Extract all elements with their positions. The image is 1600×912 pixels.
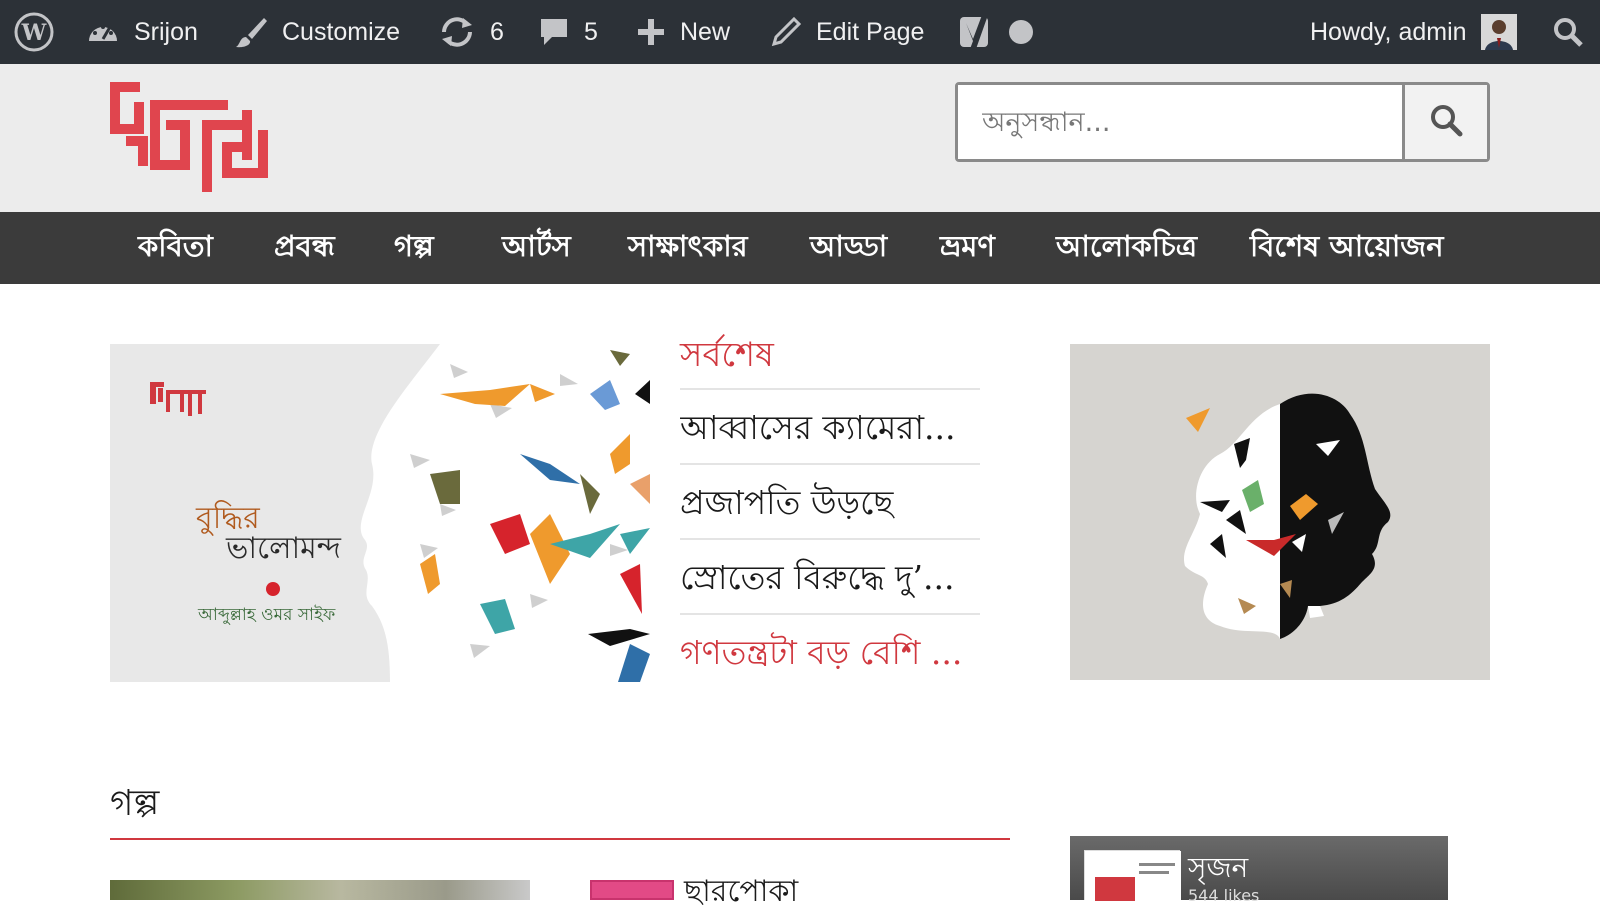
updates-count: 6 bbox=[490, 17, 504, 46]
nav-item-probondho[interactable]: প্রবন্ধ bbox=[274, 212, 335, 284]
nav-item-arts[interactable]: আর্টস bbox=[502, 212, 571, 284]
new-content-button[interactable]: New bbox=[636, 0, 730, 64]
story-thumbnail[interactable] bbox=[590, 880, 674, 900]
nav-item-bhromon[interactable]: ভ্রমণ bbox=[940, 212, 995, 284]
updates-button[interactable]: 6 bbox=[438, 0, 504, 64]
nav-item-kobita[interactable]: কবিতা bbox=[138, 212, 213, 284]
comments-button[interactable]: 5 bbox=[538, 0, 598, 64]
wp-admin-bar: W Srijon Customize 6 5 New Edit Page How… bbox=[0, 0, 1600, 64]
seo-status-dot-icon bbox=[1008, 19, 1034, 45]
latest-posts-title: সর্বশেষ bbox=[680, 330, 980, 390]
latest-posts-widget: সর্বশেষ আব্বাসের ক্যামেরা... প্রজাপতি উড… bbox=[680, 330, 980, 690]
avatar bbox=[1480, 14, 1517, 50]
site-search-form bbox=[955, 82, 1490, 162]
search-submit-button[interactable] bbox=[1405, 85, 1487, 159]
search-icon bbox=[1429, 103, 1463, 141]
facebook-page-widget[interactable]: সৃজন 544 likes bbox=[1070, 836, 1448, 905]
latest-post-item[interactable]: স্রোতের বিরুদ্ধে দু’... bbox=[680, 540, 980, 615]
search-input[interactable] bbox=[958, 85, 1405, 159]
site-name-label: Srijon bbox=[134, 17, 198, 46]
section-title-golpo[interactable]: গল্প bbox=[110, 778, 1010, 840]
updates-icon bbox=[438, 16, 476, 48]
yoast-icon bbox=[958, 13, 994, 51]
plus-icon bbox=[636, 17, 666, 47]
comment-icon bbox=[538, 16, 570, 48]
wordpress-logo-button[interactable]: W bbox=[14, 0, 54, 64]
latest-post-item-active[interactable]: গণতন্ত্রটা বড় বেশি ... bbox=[680, 615, 980, 690]
edit-page-button[interactable]: Edit Page bbox=[770, 0, 924, 64]
paintbrush-icon bbox=[234, 15, 268, 49]
nav-item-golpo[interactable]: গল্প bbox=[394, 212, 434, 284]
facebook-page-likes: 544 likes bbox=[1188, 886, 1260, 905]
search-icon bbox=[1552, 16, 1584, 48]
yoast-seo-button[interactable] bbox=[958, 0, 1034, 64]
nav-item-bishesh-ayojon[interactable]: বিশেষ আয়োজন bbox=[1250, 212, 1444, 284]
customize-label: Customize bbox=[282, 17, 401, 46]
story-thumbnail[interactable] bbox=[110, 880, 530, 900]
featured-image-title-2: ভালোমন্দ bbox=[225, 531, 342, 566]
comments-count: 5 bbox=[584, 17, 598, 46]
howdy-label: Howdy, admin bbox=[1310, 17, 1467, 46]
admin-search-button[interactable] bbox=[1552, 0, 1584, 64]
wordpress-icon: W bbox=[14, 12, 54, 52]
site-logo[interactable] bbox=[110, 82, 272, 192]
svg-text:W: W bbox=[21, 20, 47, 46]
customize-button[interactable]: Customize bbox=[234, 0, 400, 64]
nav-item-alokchitro[interactable]: আলোকচিত্র bbox=[1056, 212, 1197, 284]
facebook-page-thumbnail bbox=[1084, 850, 1181, 901]
site-name-menu[interactable]: Srijon bbox=[86, 0, 198, 64]
featured-image-author: আব্দুল্লাহ ওমর সাইফ bbox=[197, 605, 336, 625]
nav-item-sakkhatkar[interactable]: সাক্ষাৎকার bbox=[628, 212, 748, 284]
dashboard-icon bbox=[86, 17, 120, 47]
nav-item-adda[interactable]: আড্ডা bbox=[810, 212, 887, 284]
latest-post-item[interactable]: আব্বাসের ক্যামেরা... bbox=[680, 390, 980, 465]
new-label: New bbox=[680, 17, 731, 46]
pencil-icon bbox=[770, 16, 802, 48]
sidebar-featured-image[interactable] bbox=[1070, 344, 1490, 680]
edit-page-label: Edit Page bbox=[816, 17, 925, 46]
main-navigation: কবিতা প্রবন্ধ গল্প আর্টস সাক্ষাৎকার আড্ড… bbox=[0, 212, 1600, 284]
latest-post-item[interactable]: প্রজাপতি উড়ছে bbox=[680, 465, 980, 540]
featured-post-image[interactable]: বুদ্ধির ভালোমন্দ আব্দুল্লাহ ওমর সাইফ bbox=[110, 344, 650, 682]
story-title[interactable]: ছারপোকা bbox=[684, 872, 798, 909]
account-menu[interactable]: Howdy, admin bbox=[1310, 0, 1517, 64]
